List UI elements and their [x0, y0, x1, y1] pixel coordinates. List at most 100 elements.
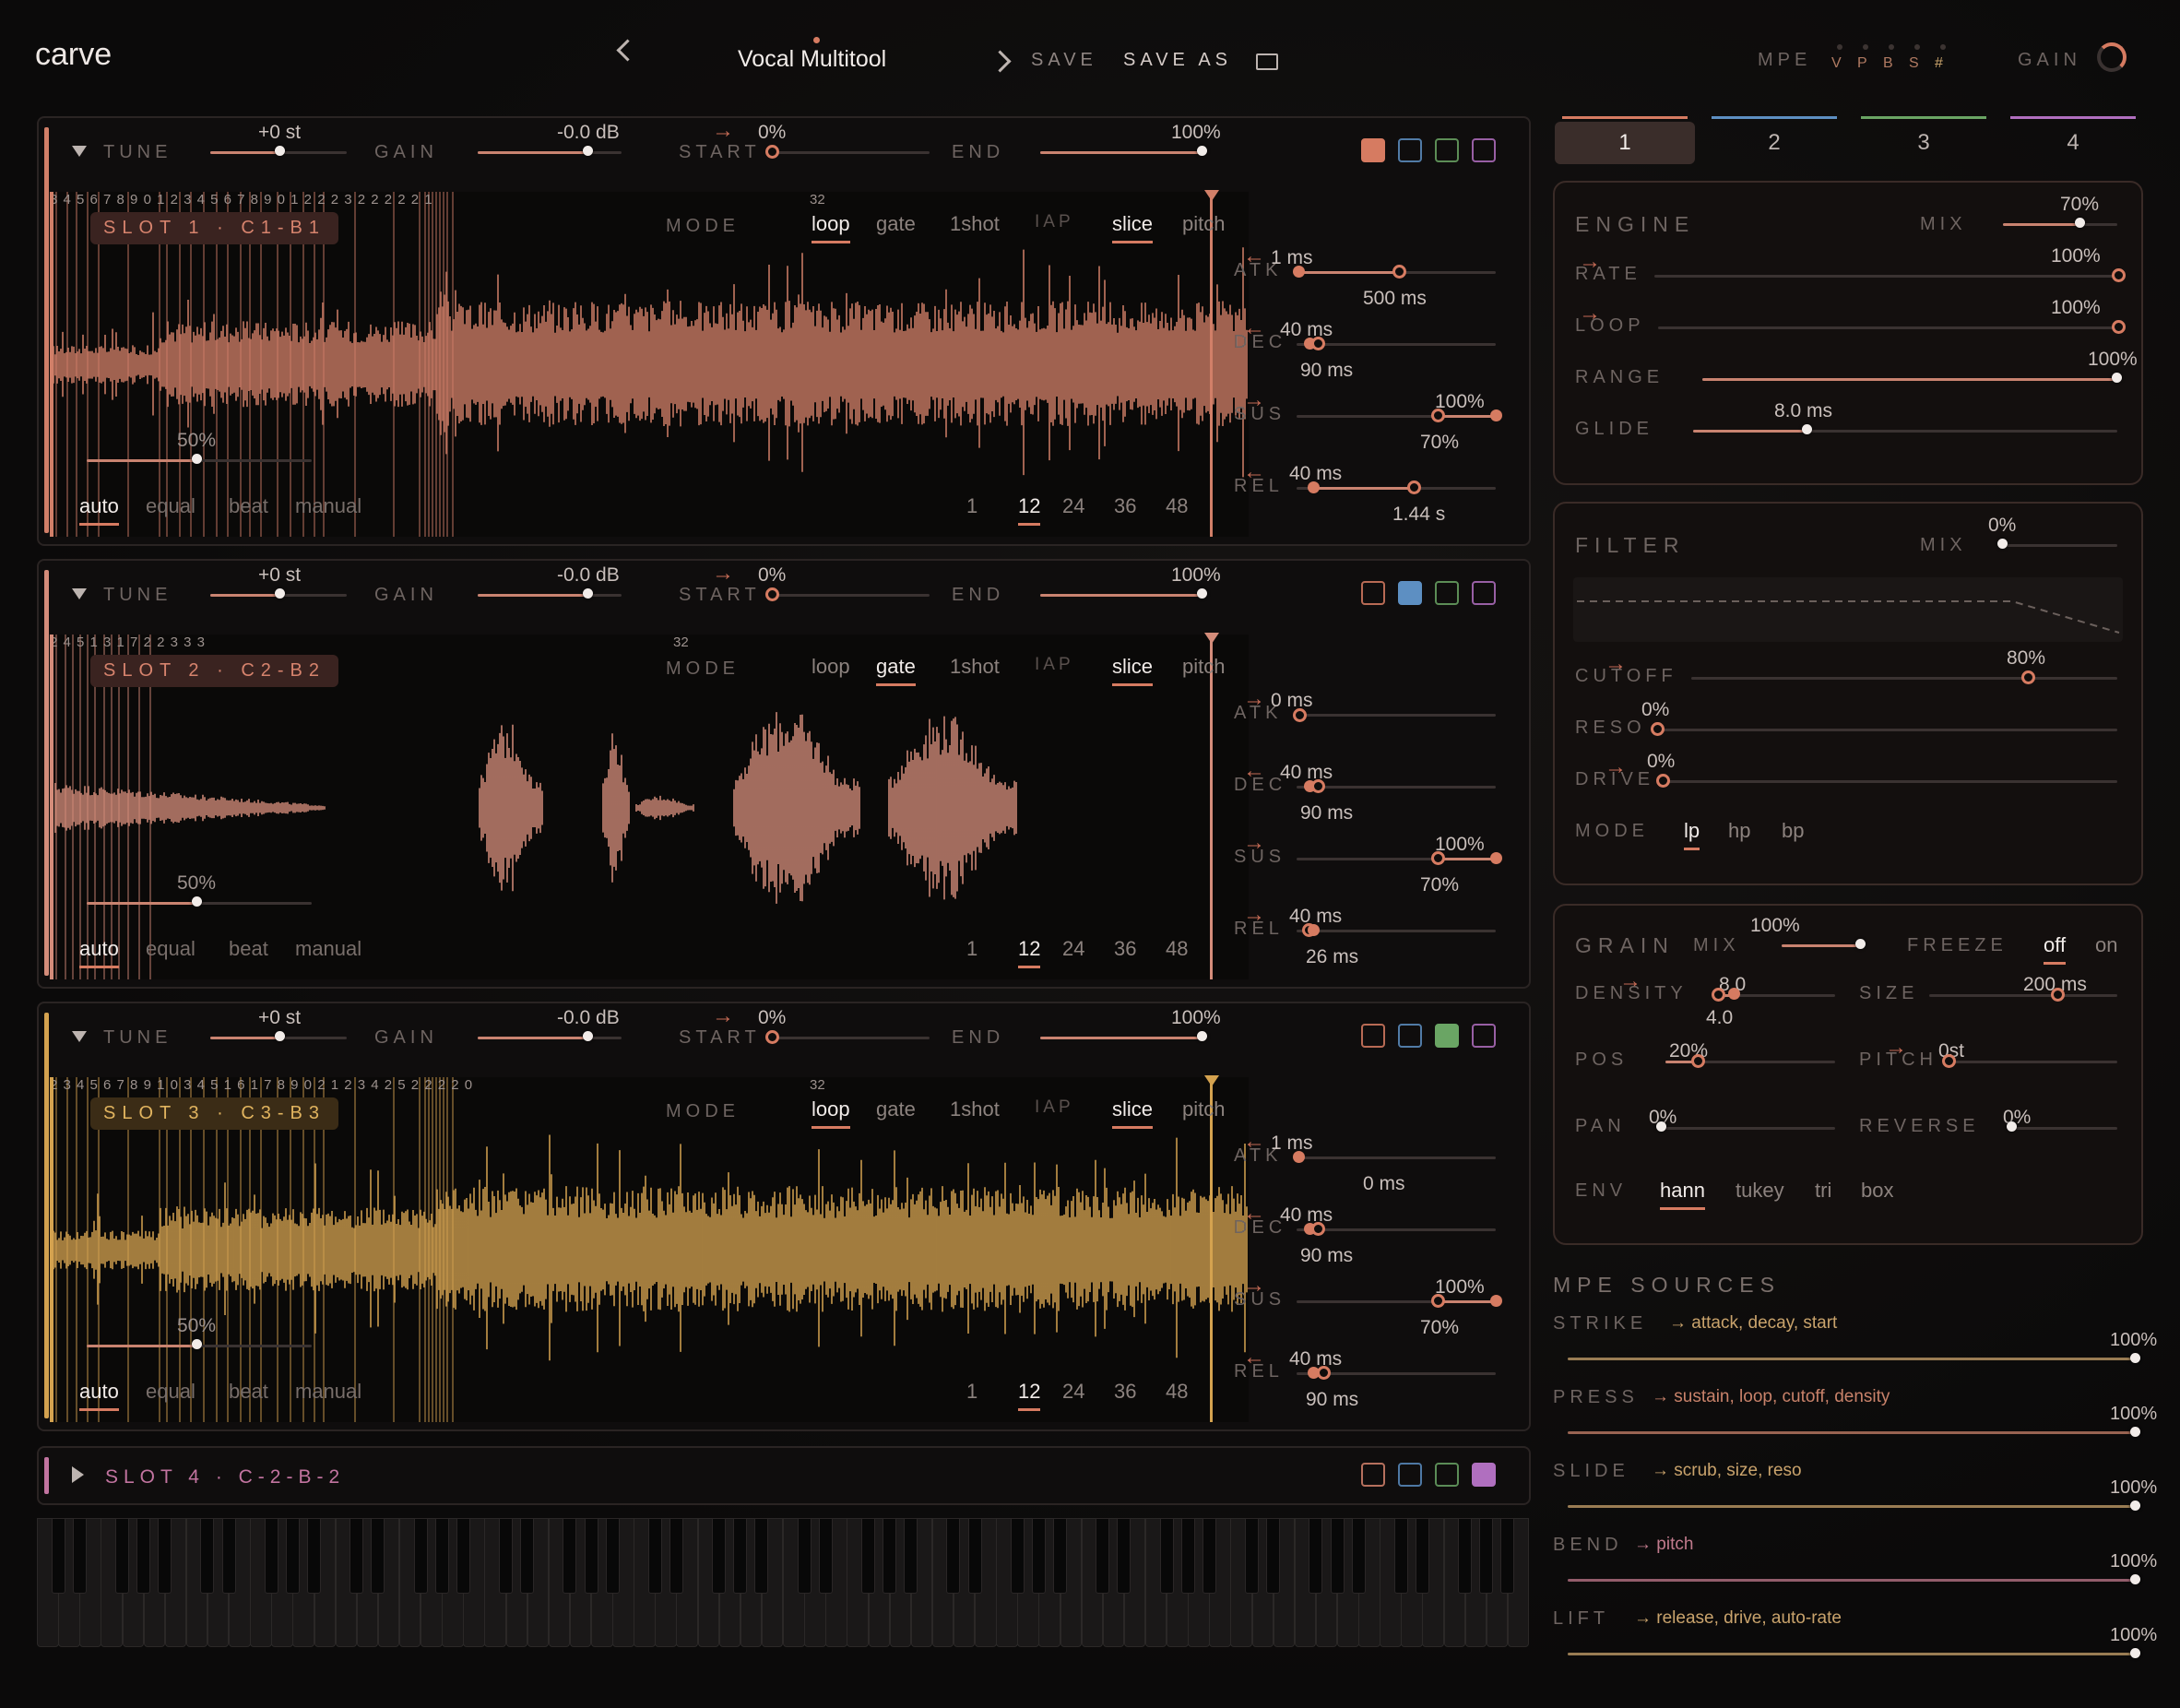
black-key[interactable]	[434, 1518, 449, 1594]
slot-color-green[interactable]	[1435, 138, 1459, 162]
slot-color-purple[interactable]	[1472, 1463, 1496, 1487]
slot-color-green[interactable]	[1435, 1024, 1459, 1048]
slice-method-manual[interactable]: manual	[295, 937, 361, 961]
black-key[interactable]	[136, 1518, 151, 1594]
black-key[interactable]	[605, 1518, 620, 1594]
slice-method-auto[interactable]: auto	[79, 494, 119, 526]
slot-color-green[interactable]	[1435, 581, 1459, 605]
slot-4[interactable]: SLOT 4 · C-2-B-2	[37, 1446, 1531, 1505]
filter-mode-lp[interactable]: lp	[1684, 819, 1700, 850]
threshold-slider[interactable]	[192, 896, 202, 907]
black-key[interactable]	[1351, 1518, 1366, 1594]
slice-method-beat[interactable]: beat	[229, 1380, 268, 1404]
mpe-source-targets[interactable]: → scrub, size, reso	[1652, 1461, 1802, 1481]
start-slider[interactable]	[765, 1030, 779, 1044]
black-key[interactable]	[946, 1518, 961, 1594]
black-key[interactable]	[584, 1518, 598, 1594]
waveform-area[interactable]: 2 4 5 1 3 1 7 2 2 3 3 3 SLOT 2 · C2-B2	[50, 635, 1249, 979]
collapse-icon[interactable]	[72, 588, 87, 599]
mode-slice[interactable]: slice	[1112, 655, 1154, 686]
slot-color-orange[interactable]	[1361, 1463, 1385, 1487]
end-marker[interactable]	[1210, 192, 1213, 537]
sus-mod-slider[interactable]	[1431, 851, 1445, 865]
env-tukey[interactable]: tukey	[1736, 1179, 1784, 1203]
black-key[interactable]	[350, 1518, 364, 1594]
dec-mod-slider[interactable]	[1311, 337, 1325, 350]
slice-method-manual[interactable]: manual	[295, 1380, 361, 1404]
mode-pitch[interactable]: pitch	[1182, 655, 1225, 679]
black-key[interactable]	[307, 1518, 321, 1594]
mpe-source-amount-slider[interactable]	[2130, 1353, 2140, 1363]
end-slider[interactable]	[1197, 146, 1207, 156]
tune-slider[interactable]	[275, 146, 285, 156]
mpe-source-amount-slider[interactable]	[2130, 1574, 2140, 1584]
slot-color-blue[interactable]	[1398, 581, 1422, 605]
folder-icon[interactable]	[1256, 53, 1278, 70]
slice-method-equal[interactable]: equal	[146, 937, 195, 961]
piano-keyboard[interactable]	[37, 1518, 1530, 1647]
slice-count-12[interactable]: 12	[1018, 494, 1041, 526]
slice-method-equal[interactable]: equal	[146, 1380, 195, 1404]
black-key[interactable]	[264, 1518, 278, 1594]
start-slider[interactable]	[765, 587, 779, 601]
freeze-on[interactable]: on	[2095, 933, 2117, 957]
tune-slider[interactable]	[275, 588, 285, 599]
reso-slider[interactable]	[1651, 722, 1665, 736]
slice-method-beat[interactable]: beat	[229, 494, 268, 518]
mode-gate[interactable]: gate	[876, 655, 916, 686]
expand-icon[interactable]	[72, 1466, 84, 1483]
slot-color-blue[interactable]	[1398, 1463, 1422, 1487]
rel-slider[interactable]	[1308, 924, 1320, 936]
black-key[interactable]	[158, 1518, 172, 1594]
black-key[interactable]	[1458, 1518, 1473, 1594]
slice-count-24[interactable]: 24	[1062, 494, 1084, 518]
collapse-icon[interactable]	[72, 1031, 87, 1042]
slot-color-purple[interactable]	[1472, 138, 1496, 162]
slice-count-48[interactable]: 48	[1166, 494, 1188, 518]
rate-slider[interactable]	[2112, 268, 2126, 282]
black-key[interactable]	[1245, 1518, 1259, 1594]
mode-1shot[interactable]: 1shot	[950, 655, 1000, 679]
black-key[interactable]	[563, 1518, 577, 1594]
env-box[interactable]: box	[1861, 1179, 1893, 1203]
black-key[interactable]	[285, 1518, 300, 1594]
slice-count-24[interactable]: 24	[1062, 1380, 1084, 1404]
black-key[interactable]	[883, 1518, 897, 1594]
env-hann[interactable]: hann	[1660, 1179, 1705, 1210]
pan-slider[interactable]	[1656, 1121, 1666, 1132]
slice-count-12[interactable]: 12	[1018, 937, 1041, 968]
rel-slider[interactable]	[1308, 1367, 1320, 1379]
range-slider[interactable]	[2112, 373, 2122, 383]
black-key[interactable]	[51, 1518, 65, 1594]
slice-method-beat[interactable]: beat	[229, 937, 268, 961]
threshold-slider[interactable]	[192, 454, 202, 464]
black-key[interactable]	[1180, 1518, 1195, 1594]
sus-mod-slider[interactable]	[1431, 1294, 1445, 1308]
waveform-area[interactable]: 3 4 5 6 7 8 9 0 1 2 3 4 5 6 7 8 9 0 1 2 …	[50, 192, 1249, 537]
save-as-button[interactable]: SAVE AS	[1123, 50, 1232, 71]
density-slider[interactable]	[1728, 988, 1740, 1000]
mpe-source-targets[interactable]: → release, drive, auto-rate	[1634, 1608, 1842, 1629]
dec-mod-slider[interactable]	[1311, 1222, 1325, 1236]
black-key[interactable]	[1096, 1518, 1110, 1594]
slice-method-equal[interactable]: equal	[146, 494, 195, 518]
mode-gate[interactable]: gate	[876, 1097, 916, 1121]
rel-mod-slider[interactable]	[1407, 480, 1421, 494]
black-key[interactable]	[1500, 1518, 1515, 1594]
pitch-slider[interactable]	[1942, 1054, 1956, 1068]
slice-count-1[interactable]: 1	[966, 937, 977, 961]
start-marker[interactable]	[50, 635, 53, 979]
slot-color-orange[interactable]	[1361, 138, 1385, 162]
gain-slider[interactable]	[583, 1031, 593, 1041]
slice-method-manual[interactable]: manual	[295, 494, 361, 518]
mode-pitch[interactable]: pitch	[1182, 212, 1225, 236]
pos-slider[interactable]	[1691, 1054, 1705, 1068]
mode-iap[interactable]: IAP	[1035, 212, 1074, 232]
start-marker[interactable]	[50, 192, 53, 537]
mode-gate[interactable]: gate	[876, 212, 916, 236]
rel-slider[interactable]	[1308, 481, 1320, 493]
atk-slider[interactable]	[1293, 266, 1305, 278]
sus-slider[interactable]	[1490, 852, 1502, 864]
slice-count-1[interactable]: 1	[966, 1380, 977, 1404]
slice-count-48[interactable]: 48	[1166, 1380, 1188, 1404]
